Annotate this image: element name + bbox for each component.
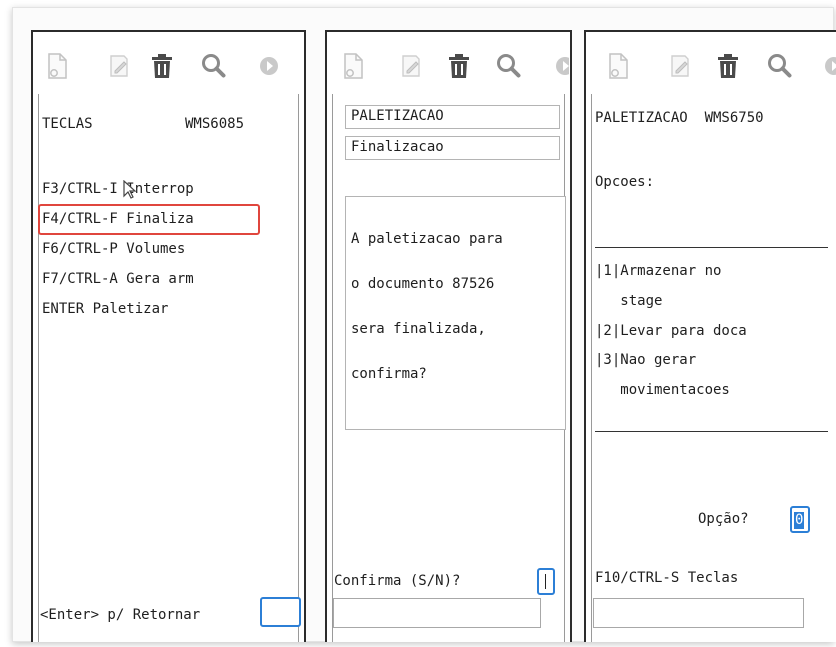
subtitle-field: Finalizacao	[345, 136, 560, 160]
key-volumes[interactable]: F6/CTRL-P Volumes	[42, 241, 185, 258]
search-icon[interactable]	[200, 52, 228, 80]
options-label: Opcoes:	[595, 174, 655, 190]
key-interrop[interactable]: F3/CTRL-I Interrop	[42, 181, 194, 198]
search-icon[interactable]	[766, 52, 794, 80]
option-3[interactable]: |3|Nao gerar	[595, 352, 696, 369]
option-2[interactable]: |2|Levar para doca	[595, 323, 747, 340]
return-input[interactable]	[260, 597, 301, 627]
terminal-screen: TECLAS WMS6085 F3/CTRL-I Interrop F4/CTR…	[38, 94, 301, 642]
message-line: sera finalizada,	[351, 321, 486, 337]
option-prompt: Opção?	[698, 511, 749, 527]
panel-finalizacao: PALETIZACAO Finalizacao A paletizacao pa…	[325, 30, 572, 642]
teclas-hint: F10/CTRL-S Teclas	[595, 570, 739, 586]
panel-teclas: TECLAS WMS6085 F3/CTRL-I Interrop F4/CTR…	[31, 30, 306, 642]
confirm-prompt: Confirma (S/N)?	[334, 573, 461, 589]
option-1-cont[interactable]: stage	[595, 293, 662, 310]
forward-icon[interactable]	[551, 52, 569, 80]
message-line: A paletizacao para	[351, 231, 503, 247]
option-1[interactable]: |1|Armazenar no	[595, 263, 721, 280]
toolbar	[33, 32, 304, 92]
message-line: o documento 87526	[351, 276, 495, 292]
key-highlight	[38, 204, 260, 235]
command-input[interactable]	[333, 598, 541, 628]
confirm-input[interactable]	[537, 568, 555, 595]
return-prompt: <Enter> p/ Retornar	[40, 607, 201, 623]
search-icon[interactable]	[495, 52, 523, 80]
screen-header: PALETIZACAO WMS6750	[595, 110, 764, 126]
panel-opcoes: PALETIZACAO WMS6750 Opcoes: |1|Armazenar…	[584, 30, 836, 642]
edit-icon[interactable]	[105, 52, 133, 80]
trash-icon[interactable]	[445, 52, 473, 80]
trash-icon[interactable]	[714, 52, 742, 80]
edit-icon[interactable]	[666, 52, 694, 80]
option-3-cont[interactable]: movimentacoes	[595, 382, 730, 399]
key-paletizar[interactable]: ENTER Paletizar	[42, 301, 168, 318]
program-code: WMS6085	[185, 116, 245, 132]
new-document-icon[interactable]	[43, 52, 71, 80]
new-document-icon[interactable]	[339, 52, 367, 80]
forward-icon[interactable]	[820, 52, 836, 80]
separator	[595, 247, 828, 248]
trash-icon[interactable]	[148, 52, 176, 80]
message-line: confirma?	[351, 366, 427, 382]
mouse-cursor-icon	[123, 180, 137, 199]
key-gera-arm[interactable]: F7/CTRL-A Gera arm	[42, 271, 194, 288]
title-field: PALETIZACAO	[345, 105, 560, 129]
forward-icon[interactable]	[255, 52, 283, 80]
new-document-icon[interactable]	[604, 52, 632, 80]
screen-title: TECLAS	[42, 116, 93, 132]
option-input[interactable]: 0	[790, 506, 810, 533]
terminal-screen: PALETIZACAO Finalizacao A paletizacao pa…	[332, 94, 566, 642]
toolbar	[586, 32, 836, 92]
command-input[interactable]	[593, 598, 804, 628]
toolbar	[327, 32, 570, 92]
terminal-screen: PALETIZACAO WMS6750 Opcoes: |1|Armazenar…	[591, 94, 836, 642]
confirmation-message: A paletizacao para o documento 87526 ser…	[345, 196, 566, 430]
separator	[595, 431, 828, 432]
edit-icon[interactable]	[397, 52, 425, 80]
